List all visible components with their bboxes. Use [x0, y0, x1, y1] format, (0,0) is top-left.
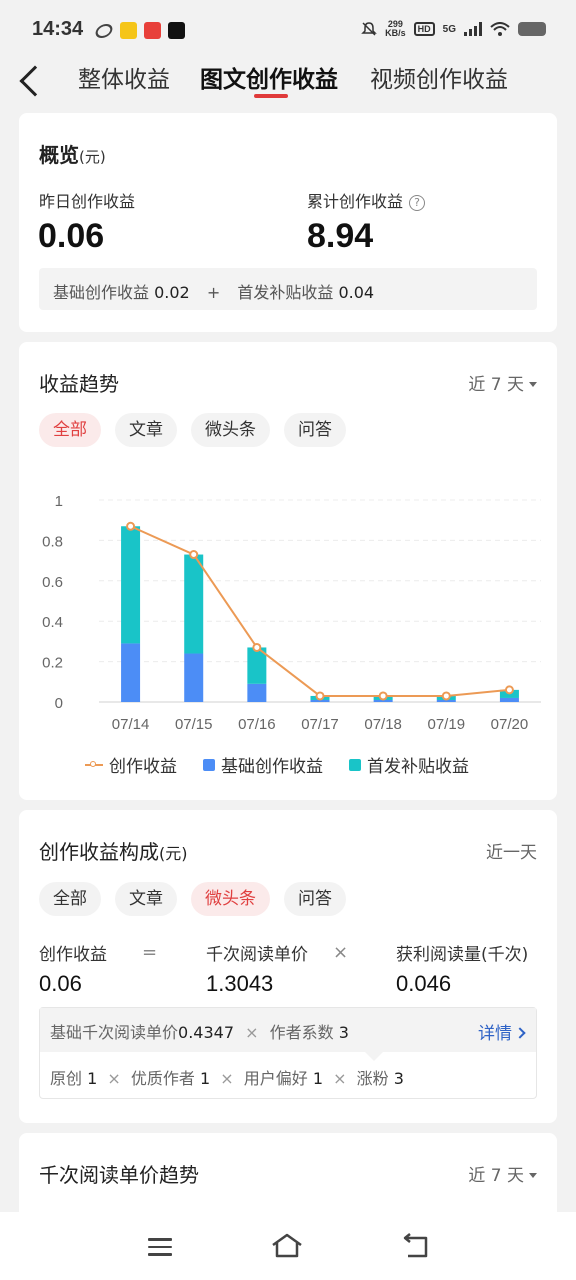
- status-time: 14:34: [32, 18, 84, 40]
- active-tab-indicator: [254, 94, 288, 98]
- help-icon[interactable]: ?: [409, 195, 426, 211]
- chip-article[interactable]: 文章: [115, 882, 177, 916]
- price-trend-range-dropdown[interactable]: 近 7 天: [468, 1161, 537, 1186]
- x-tick-label: 07/19: [428, 716, 466, 733]
- composition-title: 创作收益构成(元): [39, 840, 188, 864]
- formula-reads: 获利阅读量(千次) 0.046: [396, 945, 529, 996]
- chip-qa[interactable]: 问答: [284, 413, 346, 447]
- price-trend-title: 千次阅读单价趋势: [39, 1163, 199, 1187]
- chart-legend: 创作收益 基础创作收益 首发补贴收益: [85, 752, 469, 777]
- line-point: [315, 691, 325, 701]
- legend-line[interactable]: 创作收益: [85, 752, 177, 777]
- y-tick-label: 0: [55, 695, 63, 712]
- wifi-icon: [490, 22, 510, 36]
- top-nav: 整体收益 图文创作收益 视频创作收益: [0, 56, 576, 106]
- bar: [121, 643, 141, 702]
- meituan-app-icon: [120, 22, 137, 39]
- chip-all[interactable]: 全部: [39, 882, 101, 916]
- y-tick-label: 0.2: [42, 655, 63, 672]
- price-trend-card: 千次阅读单价趋势 近 7 天: [19, 1133, 557, 1212]
- x-tick-label: 07/18: [364, 716, 402, 733]
- total-income-label: 累计创作收益?: [307, 188, 426, 212]
- chip-qa[interactable]: 问答: [284, 882, 346, 916]
- x-tick-label: 07/16: [238, 716, 276, 733]
- y-tick-label: 0.6: [42, 574, 63, 591]
- legend-base[interactable]: 基础创作收益: [203, 752, 323, 777]
- tiktok-app-icon: [168, 22, 185, 39]
- bar: [247, 683, 267, 702]
- y-tick-label: 1: [55, 493, 63, 510]
- x-tick-label: 07/15: [175, 716, 213, 733]
- detail-link[interactable]: 详情: [478, 1019, 526, 1044]
- line-point: [252, 642, 262, 652]
- pointer-notch: [365, 1052, 383, 1061]
- line-point: [378, 691, 388, 701]
- overview-title: 概览(元): [39, 143, 106, 167]
- hd-badge: HD: [413, 22, 435, 36]
- formula-income: 创作收益 0.06: [39, 945, 107, 996]
- income-trend-chart: 0 0.2 0.4 0.6 0.8 1 07/14 07/15 07/16 07/17 07/18 0…: [42, 493, 541, 733]
- income-breakdown: 基础创作收益 0.02 + 首发补贴收益 0.04: [39, 268, 537, 310]
- times-sign: ×: [333, 942, 349, 963]
- system-nav-bar: [0, 1212, 576, 1280]
- mute-bell-icon: [361, 22, 377, 36]
- trend-range-dropdown[interactable]: 近 7 天: [468, 370, 537, 395]
- line-point: [504, 685, 514, 695]
- network-type: 5G: [442, 23, 456, 35]
- tab-overall-income[interactable]: 整体收益: [78, 60, 170, 94]
- income-trend-card: 收益趋势 近 7 天 全部 文章 微头条 问答 0 0.2 0.4 0.6 0.8 1 07…: [19, 342, 557, 800]
- back-arrow-icon[interactable]: [19, 65, 51, 97]
- sync-icon: [93, 24, 115, 38]
- chip-all[interactable]: 全部: [39, 413, 101, 447]
- chip-article[interactable]: 文章: [115, 413, 177, 447]
- trend-title: 收益趋势: [39, 372, 119, 396]
- equals-sign: =: [142, 942, 158, 963]
- bar: [184, 653, 204, 702]
- bar: [184, 554, 204, 654]
- tab-video-income[interactable]: 视频创作收益: [370, 60, 508, 94]
- net-speed: 299 KB/s: [385, 19, 406, 38]
- line-point: [441, 691, 451, 701]
- coefficient-row: 原创 1 × 优质作者 1 × 用户偏好 1 × 涨粉 3: [50, 1069, 404, 1088]
- y-tick-label: 0.8: [42, 533, 63, 550]
- chip-micro-post[interactable]: 微头条: [191, 882, 270, 916]
- yesterday-income-value: 0.06: [38, 217, 105, 255]
- line-point: [126, 521, 136, 531]
- dropdown-caret-icon: [529, 382, 537, 387]
- chip-micro-post[interactable]: 微头条: [191, 413, 270, 447]
- formula-unit-price: 千次阅读单价 1.3043: [206, 945, 308, 996]
- base-price-row: 基础千次阅读单价0.4347 × 作者系数 3 详情: [40, 1008, 536, 1052]
- home-icon[interactable]: [270, 1232, 304, 1260]
- overview-card: 概览(元) 昨日创作收益 0.06 累计创作收益? 8.94 基础创作收益 0.…: [19, 113, 557, 332]
- tab-article-income[interactable]: 图文创作收益: [200, 60, 338, 94]
- bar: [121, 526, 141, 644]
- bar: [499, 697, 519, 702]
- trend-filter-chips: 全部 文章 微头条 问答: [39, 413, 346, 447]
- income-composition-card: 创作收益构成(元) 近一天 全部 文章 微头条 问答 创作收益 0.06 = 千…: [19, 810, 557, 1123]
- x-tick-label: 07/17: [301, 716, 339, 733]
- battery-icon: [518, 22, 546, 36]
- yesterday-income-label: 昨日创作收益: [39, 192, 136, 211]
- signal-icon: [464, 22, 482, 36]
- legend-bonus[interactable]: 首发补贴收益: [349, 752, 469, 777]
- menu-icon[interactable]: [148, 1238, 172, 1261]
- x-tick-label: 07/20: [491, 716, 529, 733]
- composition-filter-chips: 全部 文章 微头条 问答: [39, 882, 346, 916]
- status-bar: 14:34 299 KB/s HD 5G: [0, 0, 576, 60]
- news-app-icon: [144, 22, 161, 39]
- x-tick-label: 07/14: [112, 716, 150, 733]
- back-icon[interactable]: [400, 1232, 432, 1260]
- dropdown-caret-icon: [529, 1173, 537, 1178]
- y-tick-label: 0.4: [42, 614, 63, 631]
- total-income-value: 8.94: [307, 217, 374, 255]
- line-point: [189, 550, 199, 560]
- price-detail-box: 基础千次阅读单价0.4347 × 作者系数 3 详情 原创 1 × 优质作者 1…: [39, 1007, 537, 1099]
- composition-range[interactable]: 近一天: [486, 838, 537, 863]
- chevron-right-icon: [514, 1027, 526, 1039]
